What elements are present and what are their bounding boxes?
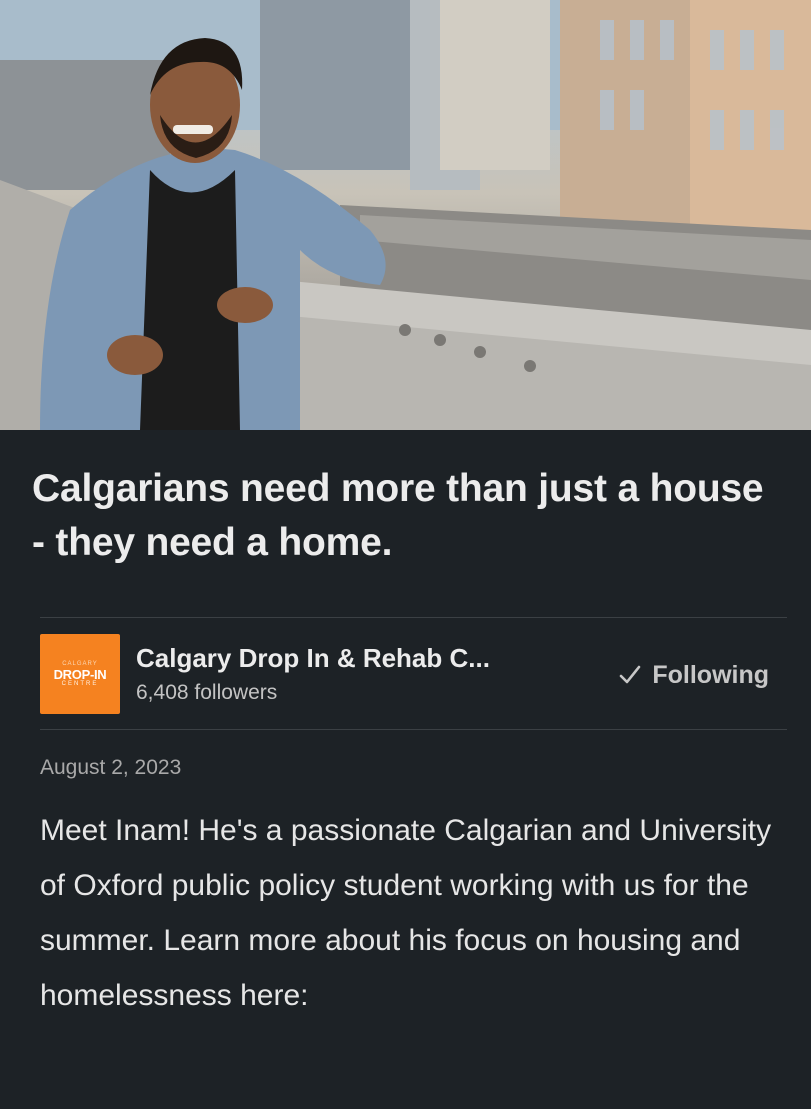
following-label: Following — [652, 660, 769, 689]
publish-date: August 2, 2023 — [40, 756, 182, 779]
check-icon — [620, 665, 641, 684]
org-card: CALGARY DROP-IN CENTRE Calgary Drop In &… — [40, 633, 787, 715]
org-name-link[interactable]: Calgary Drop In & Rehab C... — [136, 643, 490, 674]
article-title[interactable]: Calgarians need more than just a house -… — [0, 462, 811, 570]
divider — [40, 729, 787, 730]
logo-main-text: DROP-IN — [53, 666, 107, 682]
divider — [40, 617, 787, 618]
article-body: Meet Inam! He's a passionate Calgarian a… — [40, 814, 772, 1012]
logo-bottom-text: CENTRE — [61, 680, 99, 687]
org-logo[interactable]: CALGARY DROP-IN CENTRE — [40, 634, 120, 714]
follower-count: 6,408 followers — [136, 681, 278, 704]
hero-photo — [0, 0, 811, 430]
following-button[interactable]: Following — [618, 657, 769, 693]
article-hero-image[interactable] — [0, 0, 811, 430]
